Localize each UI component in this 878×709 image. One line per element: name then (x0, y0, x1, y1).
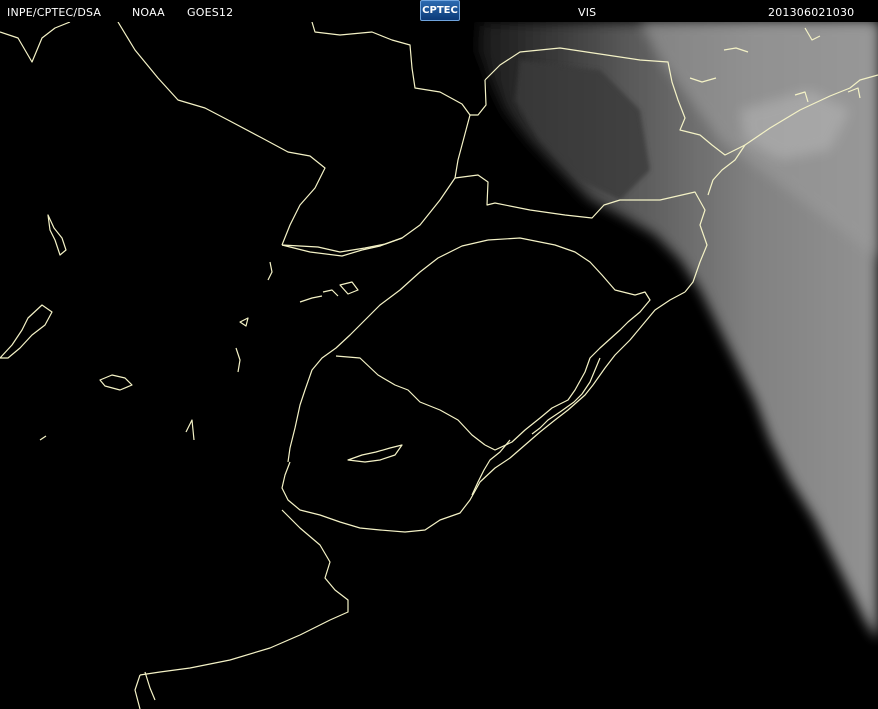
satellite-map (0, 22, 878, 709)
image-header: INPE/CPTEC/DSA NOAA GOES12 CPTEC VIS 201… (0, 0, 878, 22)
satellite-label: GOES12 (187, 6, 234, 19)
cptec-logo: CPTEC (420, 0, 460, 21)
agency-label: NOAA (132, 6, 165, 19)
timestamp-label: 201306021030 (768, 6, 855, 19)
channel-label: VIS (578, 6, 597, 19)
institution-label: INPE/CPTEC/DSA (7, 6, 102, 19)
